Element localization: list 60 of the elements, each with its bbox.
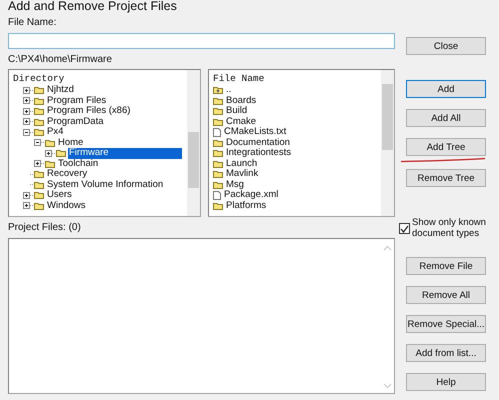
dialog-button[interactable]: Remove Tree [406, 169, 486, 187]
tree-item[interactable]: System Volume Information [46, 180, 164, 190]
file-item[interactable]: .. [225, 85, 232, 96]
tree-item[interactable]: Toolchain [57, 158, 100, 169]
dialog-button[interactable]: Add from list... [406, 344, 486, 362]
file-item[interactable]: Integrationtests [225, 148, 292, 158]
tree-item[interactable]: Users [46, 190, 73, 200]
column-header: File Name [213, 72, 264, 85]
file-item[interactable]: Platforms [225, 200, 268, 211]
field-label: File Name: [8, 17, 56, 29]
scrollbar[interactable] [187, 70, 200, 216]
file-icon [213, 190, 221, 200]
expand-icon[interactable] [34, 160, 41, 168]
file-item[interactable]: CMakeLists.txt [223, 127, 288, 138]
list-label: Project Files: (0) [8, 222, 81, 234]
column-header: Directory [13, 72, 64, 85]
expand-icon[interactable] [23, 86, 30, 94]
tree-item[interactable]: Px4 [46, 127, 64, 138]
file-item[interactable]: Build [225, 106, 248, 116]
tree-item[interactable]: Firmware [68, 148, 182, 158]
dialog-button[interactable]: Add Tree [406, 138, 486, 156]
tree-item[interactable]: Windows [46, 200, 87, 211]
file-item[interactable]: Boards [225, 96, 258, 106]
checkbox[interactable] [399, 223, 410, 234]
dialog-button[interactable]: Remove All [406, 286, 486, 304]
file-item[interactable]: Msg [225, 180, 245, 190]
dialog-button[interactable]: Add All [406, 109, 486, 127]
file-item[interactable]: Mavlink [225, 169, 260, 180]
expand-icon[interactable] [23, 192, 30, 199]
expand-icon[interactable] [23, 108, 30, 115]
tree-item[interactable]: Program Files [46, 96, 108, 106]
file-item[interactable]: Launch [225, 158, 258, 169]
file-item[interactable]: Cmake [225, 116, 258, 127]
expand-icon[interactable] [23, 97, 30, 104]
tree-item[interactable]: ProgramData [46, 116, 104, 127]
collapse-icon[interactable] [23, 128, 30, 136]
dialog-button[interactable]: Remove File [406, 257, 486, 275]
check-icon [400, 224, 409, 232]
folder-icon [213, 202, 223, 210]
window-title: Add and Remove Project Files [8, 0, 177, 13]
tree-item[interactable]: Program Files (x86) [46, 106, 132, 116]
file-name-field[interactable] [8, 33, 395, 49]
dialog-button[interactable]: Remove Special... [406, 315, 486, 333]
dialog-button[interactable]: Help [406, 373, 486, 391]
scrollbar[interactable] [381, 70, 394, 216]
dialog-button[interactable]: Close [406, 37, 486, 55]
file-item[interactable]: Documentation [225, 138, 291, 148]
collapse-icon[interactable] [34, 139, 41, 146]
expand-icon[interactable] [23, 202, 30, 210]
tree-item[interactable]: Njhtzd [46, 85, 75, 96]
dialog-button[interactable]: Add [406, 80, 486, 98]
expand-icon[interactable] [23, 118, 30, 126]
file-item[interactable]: Package.xml [223, 190, 280, 200]
current-path: C:\PX4\home\Firmware [8, 54, 112, 66]
tree-item[interactable]: Home [57, 138, 84, 148]
checkbox-label: Show only known document types [412, 218, 487, 239]
up-folder-icon [213, 86, 223, 94]
expand-icon[interactable] [45, 150, 52, 157]
file-icon [213, 128, 221, 137]
tree-item[interactable]: Recovery [46, 169, 88, 180]
